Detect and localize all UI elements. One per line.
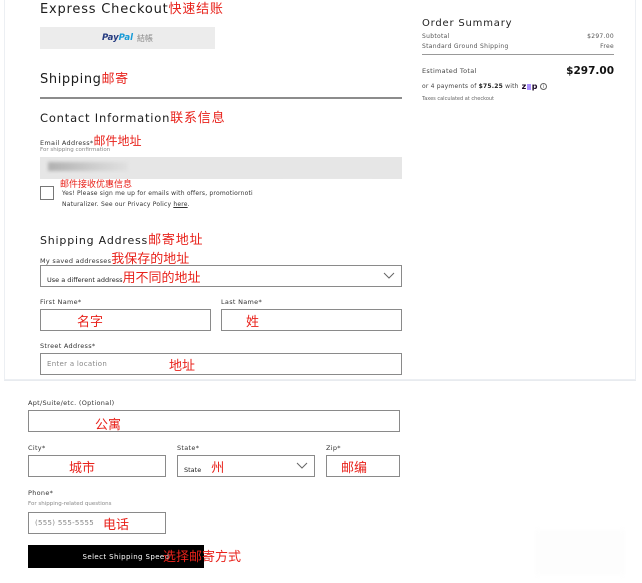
first-name-annotation: 名字	[77, 315, 104, 330]
apt-label: Apt/Suite/etc. (Optional)	[28, 399, 115, 407]
shipping-heading: Shipping邮寄	[40, 68, 129, 87]
zip-logo-icon: zp	[521, 82, 538, 91]
email-label: Email Address*	[40, 139, 94, 147]
city-field[interactable]: 城市	[28, 455, 166, 477]
email-annotation: 邮件地址	[93, 134, 142, 148]
phone-sublabel: For shipping-related questions	[28, 501, 112, 507]
contact-info-annotation: 联系信息	[170, 111, 226, 126]
email-optin-checkbox[interactable]	[40, 186, 54, 200]
shipping-address-heading: Shipping Address邮寄地址	[40, 229, 203, 248]
summary-divider	[422, 54, 614, 55]
subtotal-row: Subtotal $297.00	[422, 33, 614, 40]
paypal-button-label: 結帳	[137, 33, 154, 43]
street-address-annotation: 地址	[169, 359, 196, 374]
saved-addresses-value: Use a different address用不同的地址	[47, 270, 201, 286]
paypal-logo: PayPal	[101, 33, 134, 43]
total-value: $297.00	[566, 65, 614, 77]
subtotal-label: Subtotal	[422, 33, 450, 40]
first-name-label: First Name*	[40, 298, 82, 306]
apt-field[interactable]: 公寓	[28, 410, 400, 433]
zip-label: Zip*	[326, 444, 341, 452]
phone-label: Phone*	[28, 489, 54, 497]
chevron-down-icon	[296, 462, 308, 469]
last-name-annotation: 姓	[246, 315, 260, 330]
shipping-cost-label: Standard Ground Shipping	[422, 43, 509, 50]
submit-annotation: 选择邮寄方式	[163, 550, 242, 565]
paypal-button[interactable]: PayPal 結帳	[40, 27, 215, 49]
zip-annotation: 邮编	[341, 461, 368, 476]
card-edge	[4, 380, 636, 381]
contact-info-title: Contact Information	[40, 111, 171, 125]
city-annotation: 城市	[69, 461, 96, 476]
state-annotation: 州	[211, 460, 225, 476]
phone-field[interactable]: (555) 555-5555 电话	[28, 512, 166, 534]
last-name-label: Last Name*	[221, 298, 263, 306]
total-row: Estimated Total $297.00	[422, 65, 614, 77]
street-address-label: Street Address*	[40, 342, 96, 350]
order-summary-title: Order Summary	[422, 18, 513, 29]
section-divider	[40, 97, 402, 99]
email-sublabel: For shipping confirmation	[40, 147, 111, 153]
shipping-cost-value: Free	[600, 43, 614, 50]
contact-info-heading: Contact Information联系信息	[40, 107, 225, 126]
installment-row: or 4 payments of $75.25 with zp i	[422, 82, 614, 91]
shipping-title: Shipping	[40, 72, 102, 87]
street-address-placeholder: Enter a location	[47, 360, 108, 368]
info-icon[interactable]: i	[540, 83, 548, 90]
express-checkout-title: Express Checkout	[40, 2, 169, 17]
state-value: State 州	[184, 460, 225, 476]
express-checkout-annotation: 快速结账	[168, 2, 224, 17]
redaction-patch	[535, 530, 625, 575]
saved-addresses-label: My saved addresses	[40, 257, 112, 265]
street-address-field[interactable]: Enter a location 地址	[40, 353, 402, 375]
zip-field[interactable]: 邮编	[326, 455, 400, 477]
apt-annotation: 公寓	[95, 418, 122, 433]
express-checkout-heading: Express Checkout快速结账	[40, 0, 224, 17]
last-name-field[interactable]: 姓	[221, 309, 402, 331]
shipping-annotation: 邮寄	[101, 72, 129, 87]
city-label: City*	[28, 444, 46, 452]
installment-amount: $75.25	[478, 83, 503, 90]
saved-addresses-select[interactable]: Use a different address用不同的地址	[40, 265, 402, 287]
email-value-redacted	[48, 162, 128, 171]
privacy-policy-link[interactable]: here	[173, 201, 187, 208]
state-label: State*	[177, 444, 200, 452]
taxes-note: Taxes calculated at checkout	[422, 96, 495, 102]
shipping-address-annotation: 邮寄地址	[148, 233, 204, 248]
phone-annotation: 电话	[103, 518, 130, 533]
saved-addresses-value-annotation: 用不同的地址	[122, 270, 201, 286]
shipping-address-title: Shipping Address	[40, 234, 149, 247]
chevron-down-icon	[383, 272, 395, 279]
state-select[interactable]: State 州	[177, 455, 315, 477]
first-name-field[interactable]: 名字	[40, 309, 211, 331]
shipping-row: Standard Ground Shipping Free	[422, 43, 614, 50]
total-label: Estimated Total	[422, 67, 477, 75]
redaction-patch	[280, 183, 375, 205]
subtotal-value: $297.00	[587, 33, 614, 40]
phone-placeholder: (555) 555-5555	[35, 519, 94, 527]
order-summary: Order Summary Subtotal $297.00 Standard …	[422, 18, 614, 102]
